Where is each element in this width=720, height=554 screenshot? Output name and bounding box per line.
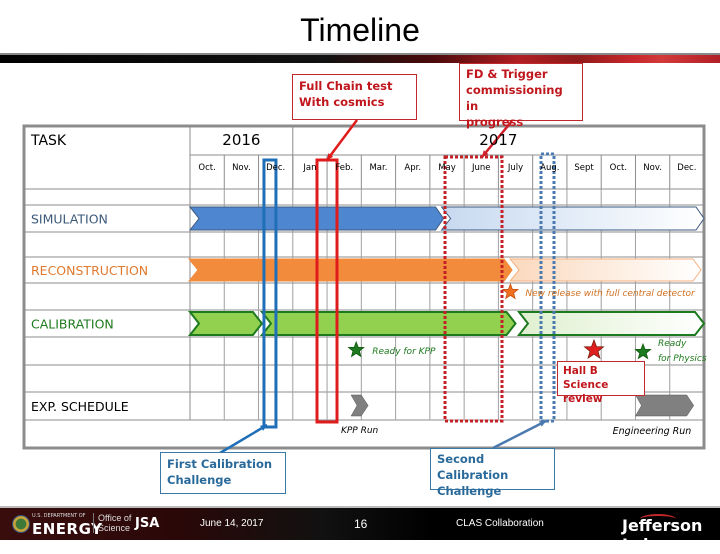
task-label-calibration: CALIBRATION — [31, 317, 114, 332]
month-label: Oct. — [198, 163, 215, 173]
month-label: Dec. — [677, 163, 696, 173]
doe-department-text: U.S. DEPARTMENT OF — [32, 513, 86, 519]
new-release-label: New release with full central detector — [525, 289, 696, 299]
calibration-bar-segment — [259, 311, 517, 336]
calibration-bar-planned — [516, 311, 706, 336]
simulation-bar-planned — [440, 206, 705, 231]
task-label-exp-schedule: EXP. SCHEDULE — [31, 399, 129, 414]
month-label: Aug. — [540, 163, 559, 173]
footer-page-number: 16 — [354, 517, 368, 531]
engineering-run-label: Engineering Run — [613, 426, 692, 437]
callout-line: commissioning in — [466, 83, 563, 113]
callout-line: progress — [466, 115, 524, 129]
callout-fd-trigger: FD & Trigger commissioning in progress — [459, 63, 583, 129]
callout-line: Hall B Science — [563, 365, 609, 391]
callout-line: FD & Trigger — [466, 67, 548, 81]
footer: U.S. DEPARTMENT OF ENERGY Office of Scie… — [0, 508, 720, 554]
engineering-run-bar — [635, 394, 695, 417]
footer-date: June 14, 2017 — [200, 518, 264, 529]
month-label: Dec. — [266, 163, 285, 173]
office-of-science-logo: Office of Science — [93, 513, 131, 533]
task-label-reconstruction: RECONSTRUCTION — [31, 263, 148, 278]
year-label-2016: 2016 — [222, 131, 260, 149]
callout-line: review — [563, 393, 603, 405]
callout-line: Challenge — [437, 484, 502, 498]
kpp-run-label: KPP Run — [341, 426, 379, 436]
task-label-simulation: SIMULATION — [31, 212, 108, 227]
doe-seal-icon — [12, 515, 30, 533]
callout-second-calibration: Second Calibration Challenge — [430, 448, 555, 498]
month-label: June — [471, 163, 491, 173]
month-label: Feb. — [335, 163, 353, 173]
task-header: TASK — [30, 133, 67, 149]
jefferson-lab-logo: Jefferson Lab — [622, 516, 703, 554]
doe-energy-logo: ENERGY — [32, 520, 103, 538]
calibration-bar-segment — [187, 311, 264, 336]
callout-line: Full Chain test — [299, 79, 393, 93]
month-label: Nov. — [232, 163, 251, 173]
month-label: Apr. — [404, 163, 421, 173]
year-label-2017: 2017 — [479, 131, 517, 149]
office-line: Office of — [98, 513, 132, 523]
reconstruction-bar-planned — [509, 258, 702, 282]
month-label: Mar. — [369, 163, 387, 173]
month-label: May — [438, 163, 456, 173]
reconstruction-bar-progress — [187, 258, 513, 282]
office-line: Science — [98, 523, 131, 533]
month-label: Oct. — [610, 163, 627, 173]
callout-line: Second Calibration — [437, 452, 509, 482]
month-label: Jan — [302, 163, 316, 173]
month-label: Nov. — [643, 163, 662, 173]
footer-collaboration: CLAS Collaboration — [456, 518, 544, 529]
ready-for-kpp-label: Ready for KPP — [372, 347, 436, 357]
ready-for-physics-label-2: for Physics — [658, 354, 707, 364]
ready-for-physics-label-1: Ready — [658, 339, 687, 349]
month-label: Sept — [574, 163, 594, 173]
callout-hall-b-review: Hall B Science review — [557, 361, 645, 405]
callout-line: First Calibration — [167, 457, 273, 471]
callout-full-chain-test: Full Chain test With cosmics — [292, 74, 417, 120]
month-label: July — [507, 163, 523, 173]
callout-line: Challenge — [167, 473, 232, 487]
callout-first-calibration: First Calibration Challenge — [160, 452, 286, 494]
jsa-logo: JSA — [135, 516, 160, 531]
callout-line: With cosmics — [299, 95, 385, 109]
